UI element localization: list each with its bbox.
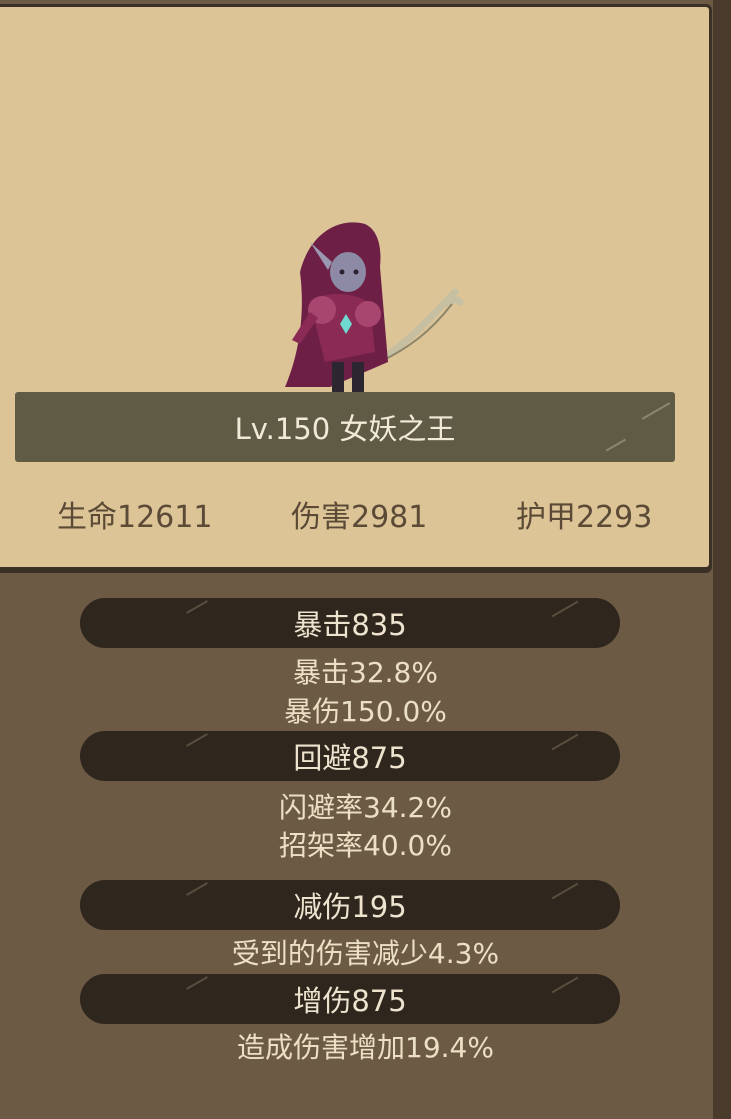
banner-scratch	[641, 402, 671, 420]
dodge-rate: 闪避率34.2%	[279, 791, 452, 824]
pill-scratch	[186, 976, 208, 990]
hero-name-banner: Lv.150 女妖之王	[15, 392, 675, 462]
pill-scratch	[551, 976, 579, 994]
evade-header: 回避875	[293, 741, 407, 775]
crit-rate: 暴击32.8%	[293, 656, 438, 689]
damage-reduction-header: 减伤195	[293, 890, 407, 924]
pill-scratch	[186, 733, 208, 747]
stat-armor: 护甲2293	[516, 500, 653, 535]
stat-damage: 伤害2981	[291, 500, 428, 535]
pill-scratch	[551, 733, 579, 751]
crit-damage: 暴伤150.0%	[284, 695, 447, 728]
hero-panel: Lv.150 女妖之王 生命12611 伤害2981 护甲2293	[0, 4, 712, 570]
banner-scratch	[605, 438, 627, 452]
damage-reduction-header-pill: 减伤195	[80, 880, 620, 930]
hero-character-sprite	[285, 222, 464, 392]
hero-level-name: Lv.150 女妖之王	[234, 412, 456, 446]
crit-header: 暴击835	[293, 608, 407, 642]
evade-header-pill: 回避875	[80, 731, 620, 781]
pill-scratch	[551, 882, 579, 900]
pill-scratch	[186, 882, 208, 896]
pill-scratch	[186, 600, 208, 614]
damage-boost-header-pill: 增伤875	[80, 974, 620, 1024]
pill-scratch	[551, 600, 579, 618]
damage-boost-header: 增伤875	[293, 984, 407, 1018]
damage-taken-reduction: 受到的伤害减少4.3%	[231, 937, 500, 970]
crit-header-pill: 暴击835	[80, 598, 620, 648]
stat-hp: 生命12611	[57, 500, 213, 535]
damage-dealt-increase: 造成伤害增加19.4%	[237, 1031, 494, 1064]
parry-rate: 招架率40.0%	[279, 829, 452, 862]
